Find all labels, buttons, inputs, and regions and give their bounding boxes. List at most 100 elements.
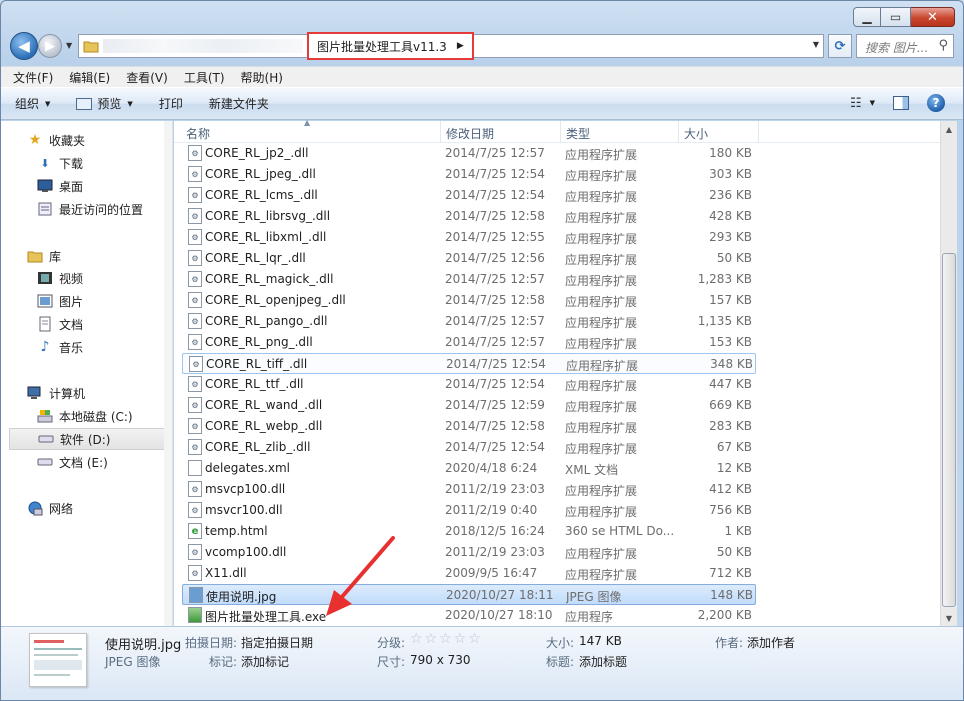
file-thumbnail — [29, 633, 87, 687]
breadcrumb-current-folder[interactable]: 图片批量处理工具v11.3 ▶ — [307, 32, 474, 60]
file-row[interactable]: ⚙ CORE_RL_png_.dll 2014/7/25 12:57 应用程序扩展 15… — [182, 332, 756, 353]
column-separator[interactable] — [440, 121, 441, 143]
scroll-down-arrow-icon[interactable]: ▼ — [941, 610, 957, 626]
file-row[interactable]: ⚙ CORE_RL_jpeg_.dll 2014/7/25 12:54 应用程序扩展 3… — [182, 164, 756, 185]
file-type: 应用程序扩展 — [565, 421, 638, 435]
file-date: 2014/7/25 12:54 — [445, 440, 545, 454]
scroll-thumb[interactable] — [942, 253, 956, 607]
forward-button[interactable]: ▶ — [38, 34, 62, 58]
view-dropdown-icon[interactable]: ▼ — [870, 99, 875, 107]
file-size: 1,135 KB — [697, 314, 752, 328]
file-row[interactable]: ⚙ CORE_RL_librsvg_.dll 2014/7/25 12:58 应用程序… — [182, 206, 756, 227]
file-row[interactable]: ⚙ CORE_RL_ttf_.dll 2014/7/25 12:54 应用程序扩展 44… — [182, 374, 756, 395]
menu-edit[interactable]: 编辑(E) — [69, 69, 110, 86]
maximize-button[interactable]: ▭ — [881, 7, 911, 27]
back-button[interactable]: ◀ — [10, 32, 38, 60]
file-row[interactable]: 使用说明.jpg 2020/10/27 18:11 JPEG 图像 148 KB — [182, 584, 756, 605]
breadcrumb-arrow-icon[interactable]: ▶ — [457, 41, 464, 51]
file-date: 2011/2/19 0:40 — [445, 503, 538, 517]
refresh-button[interactable]: ⟳ — [828, 34, 852, 58]
file-row[interactable]: ⚙ X11.dll 2009/9/5 16:47 应用程序扩展 712 KB — [182, 563, 756, 584]
organize-button[interactable]: 组织 ▼ — [15, 95, 50, 112]
column-separator[interactable] — [560, 121, 561, 143]
sidebar-item-label: 文档 (E:) — [59, 455, 108, 470]
file-row[interactable]: delegates.xml 2020/4/18 6:24 XML 文档 12 KB — [182, 458, 756, 479]
sidebar-item-label: 最近访问的位置 — [59, 202, 144, 217]
file-type: 应用程序扩展 — [565, 211, 638, 225]
file-name: CORE_RL_jp2_.dll — [205, 146, 309, 160]
print-button[interactable]: 打印 — [159, 95, 183, 112]
column-name[interactable]: 名称 — [186, 125, 210, 142]
column-date[interactable]: 修改日期 — [446, 125, 494, 142]
file-type: 应用程序扩展 — [565, 568, 638, 582]
sidebar-item-drive-d[interactable]: 软件 (D:) — [9, 428, 166, 450]
file-row[interactable]: ⚙ CORE_RL_jp2_.dll 2014/7/25 12:57 应用程序扩展 18… — [182, 143, 756, 164]
file-type: 应用程序扩展 — [566, 359, 639, 373]
column-separator[interactable] — [678, 121, 679, 143]
menu-file[interactable]: 文件(F) — [13, 69, 53, 86]
file-name: CORE_RL_tiff_.dll — [206, 357, 308, 371]
library-icon — [27, 248, 43, 264]
download-folder-icon: ⬇ — [40, 156, 50, 170]
file-row[interactable]: ⚙ CORE_RL_openjpeg_.dll 2014/7/25 12:58 应用程… — [182, 290, 756, 311]
file-date: 2014/7/25 12:54 — [445, 167, 545, 181]
file-size: 180 KB — [709, 146, 752, 160]
rating-label: 分级: — [377, 636, 406, 650]
navigation-pane-scrollbar[interactable] — [164, 121, 172, 626]
file-row[interactable]: ⚙ vcomp100.dll 2011/2/19 23:03 应用程序扩展 50 KB — [182, 542, 756, 563]
file-row[interactable]: 图片批量处理工具.exe 2020/10/27 18:10 应用程序 2,200 KB — [182, 605, 756, 626]
scroll-up-arrow-icon[interactable]: ▲ — [941, 121, 957, 137]
title-value[interactable]: 添加标题 — [579, 653, 627, 670]
image-file-icon — [189, 587, 203, 603]
column-size[interactable]: 大小 — [684, 125, 708, 142]
author-value[interactable]: 添加作者 — [747, 634, 795, 651]
recent-pages-dropdown-icon[interactable]: ▼ — [66, 41, 72, 50]
preview-dropdown-icon: ▼ — [127, 99, 133, 108]
details-filetype: JPEG 图像 — [105, 655, 161, 669]
address-dropdown-icon[interactable]: ▼ — [813, 40, 819, 49]
file-row[interactable]: ⚙ msvcp100.dll 2011/2/19 23:03 应用程序扩展 412 KB — [182, 479, 756, 500]
preview-button[interactable]: 预览 ▼ — [76, 95, 133, 112]
address-bar[interactable]: 图片批量处理工具v11.3 ▶ ▼ — [78, 32, 824, 60]
sidebar-item-label: 图片 — [59, 294, 84, 309]
file-row[interactable]: ⚙ CORE_RL_tiff_.dll 2014/7/25 12:54 应用程序扩展 3… — [182, 353, 756, 374]
menu-help[interactable]: 帮助(H) — [241, 69, 283, 86]
tags-value[interactable]: 添加标记 — [241, 653, 289, 670]
menu-bar: 文件(F) 编辑(E) 查看(V) 工具(T) 帮助(H) — [1, 66, 963, 87]
help-icon[interactable]: ? — [927, 94, 945, 112]
file-row[interactable]: ⚙ CORE_RL_libxml_.dll 2014/7/25 12:55 应用程序扩… — [182, 227, 756, 248]
file-list-scrollbar[interactable]: ▲ ▼ — [940, 121, 957, 626]
file-row[interactable]: ⚙ CORE_RL_magick_.dll 2014/7/25 12:57 应用程序扩… — [182, 269, 756, 290]
file-size: 293 KB — [709, 230, 752, 244]
file-size: 148 KB — [710, 588, 753, 602]
file-row[interactable]: e temp.html 2018/12/5 16:24 360 se HTML Do.… — [182, 521, 756, 542]
close-button[interactable]: ✕ — [911, 7, 955, 27]
pictures-icon — [37, 293, 53, 309]
file-row[interactable]: ⚙ CORE_RL_zlib_.dll 2014/7/25 12:54 应用程序扩展 6… — [182, 437, 756, 458]
size-value: 147 KB — [579, 634, 622, 648]
file-row[interactable]: ⚙ CORE_RL_webp_.dll 2014/7/25 12:58 应用程序扩展 2… — [182, 416, 756, 437]
file-row[interactable]: ⚙ CORE_RL_lqr_.dll 2014/7/25 12:56 应用程序扩展 50… — [182, 248, 756, 269]
file-row[interactable]: ⚙ CORE_RL_wand_.dll 2014/7/25 12:59 应用程序扩展 6… — [182, 395, 756, 416]
menu-tools[interactable]: 工具(T) — [184, 69, 225, 86]
search-box[interactable]: 搜索 图片... ⚲ — [856, 34, 954, 58]
new-folder-button[interactable]: 新建文件夹 — [209, 95, 269, 112]
file-row[interactable]: ⚙ CORE_RL_pango_.dll 2014/7/25 12:57 应用程序扩展… — [182, 311, 756, 332]
shot-date-value[interactable]: 指定拍摄日期 — [241, 634, 313, 651]
sidebar-item-label: 软件 (D:) — [60, 432, 111, 447]
column-type[interactable]: 类型 — [566, 125, 590, 142]
file-date: 2009/9/5 16:47 — [445, 566, 538, 580]
change-view-icon[interactable]: ☷ — [850, 96, 862, 111]
file-name: CORE_RL_magick_.dll — [205, 272, 334, 286]
file-row[interactable]: ⚙ msvcr100.dll 2011/2/19 0:40 应用程序扩展 756 KB — [182, 500, 756, 521]
menu-view[interactable]: 查看(V) — [126, 69, 168, 86]
file-row[interactable]: ⚙ CORE_RL_lcms_.dll 2014/7/25 12:54 应用程序扩展 2… — [182, 185, 756, 206]
column-separator[interactable] — [758, 121, 759, 143]
search-icon[interactable]: ⚲ — [938, 38, 948, 53]
minimize-button[interactable]: ▁ — [853, 7, 881, 27]
dll-file-icon: ⚙ — [188, 418, 202, 434]
preview-pane-icon[interactable] — [893, 96, 909, 110]
rating-stars[interactable]: ☆☆☆☆☆ — [410, 631, 483, 647]
dll-file-icon: ⚙ — [188, 250, 202, 266]
star-icon: ★ — [28, 132, 42, 148]
